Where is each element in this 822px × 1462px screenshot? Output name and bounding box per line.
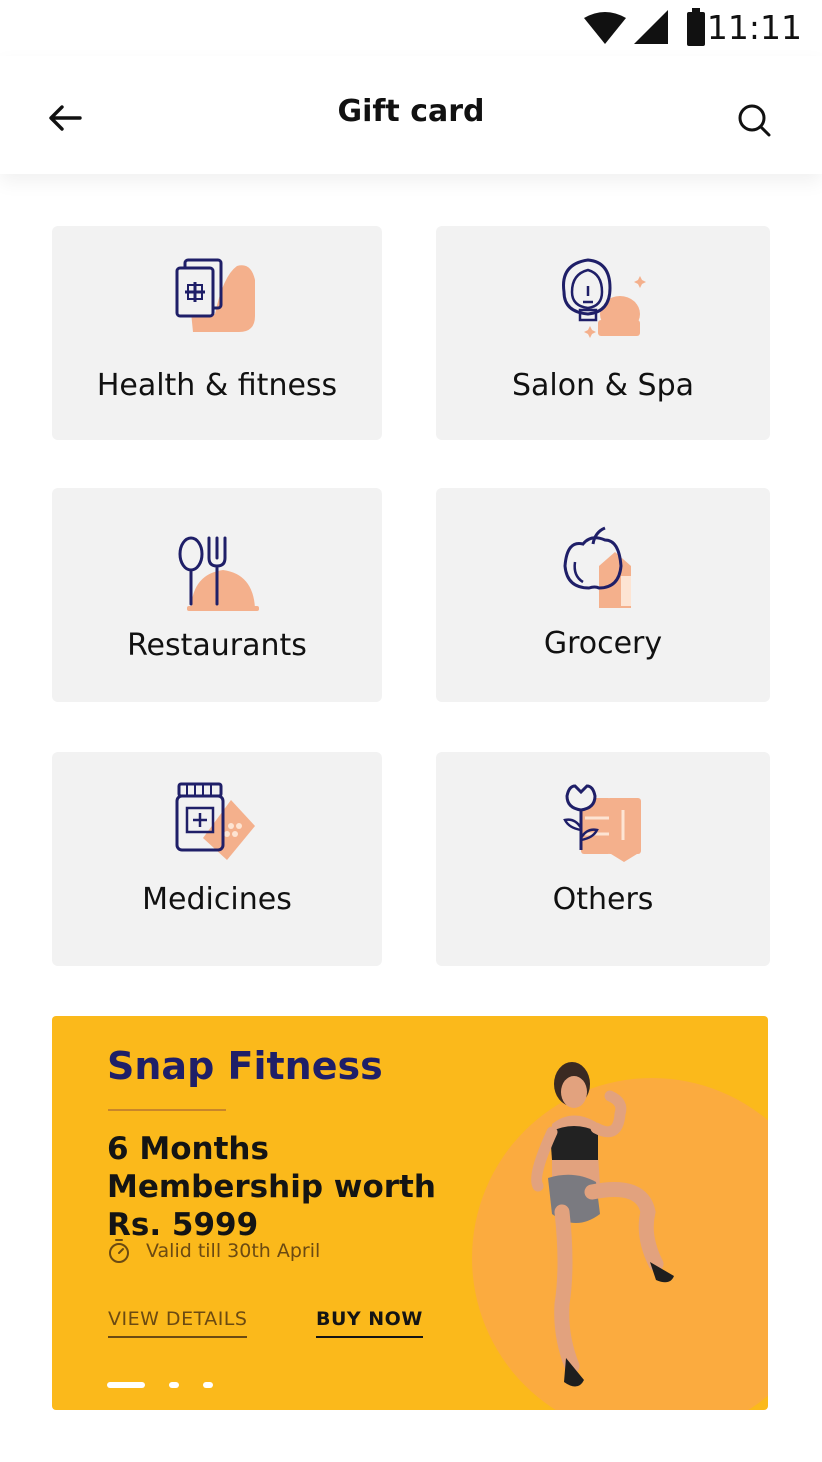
app-bar: Gift card <box>0 56 822 174</box>
timer-icon <box>109 1239 129 1263</box>
signal-icon <box>634 10 668 44</box>
category-label: Restaurants <box>127 628 307 663</box>
category-tile-medicines[interactable]: Medicines <box>52 752 382 966</box>
view-details-button[interactable]: VIEW DETAILS <box>108 1308 248 1338</box>
status-bar: 11:11 <box>0 0 822 56</box>
promo-offer: 6 Months Membership worth Rs. 5999 <box>107 1131 436 1243</box>
carousel-dot[interactable] <box>203 1382 213 1388</box>
promo-banner[interactable]: Snap Fitness 6 Months Membership worth R… <box>52 1016 768 1410</box>
divider <box>108 1109 226 1111</box>
medicines-icon <box>175 782 255 860</box>
others-icon <box>563 784 641 862</box>
grocery-icon <box>563 526 631 608</box>
carousel-dot[interactable] <box>169 1382 179 1388</box>
category-label: Salon & Spa <box>511 368 695 403</box>
carousel-dot-active[interactable] <box>107 1382 145 1388</box>
athlete-image <box>531 1062 674 1387</box>
battery-icon <box>687 8 705 46</box>
promo-brand: Snap Fitness <box>107 1044 383 1088</box>
category-tile-grocery[interactable]: Grocery <box>436 488 770 702</box>
page-title: Gift card <box>337 94 485 129</box>
category-label: Medicines <box>142 882 292 917</box>
category-label: Grocery <box>543 626 663 661</box>
salon-spa-icon <box>562 258 646 338</box>
restaurants-icon <box>178 536 259 611</box>
status-time: 11:11 <box>706 8 802 47</box>
search-icon[interactable] <box>734 100 774 140</box>
category-label: Others <box>552 882 654 917</box>
category-label: Health & fitness <box>96 368 338 403</box>
category-tile-restaurants[interactable]: Restaurants <box>52 488 382 702</box>
promo-validity: Valid till 30th April <box>146 1240 321 1262</box>
category-tile-others[interactable]: Others <box>436 752 770 966</box>
category-tile-salon-spa[interactable]: Salon & Spa <box>436 226 770 440</box>
category-tile-health-fitness[interactable]: Health & fitness <box>52 226 382 440</box>
buy-now-button[interactable]: BUY NOW <box>316 1308 423 1338</box>
wifi-icon <box>584 12 626 44</box>
health-fitness-icon <box>175 258 255 332</box>
